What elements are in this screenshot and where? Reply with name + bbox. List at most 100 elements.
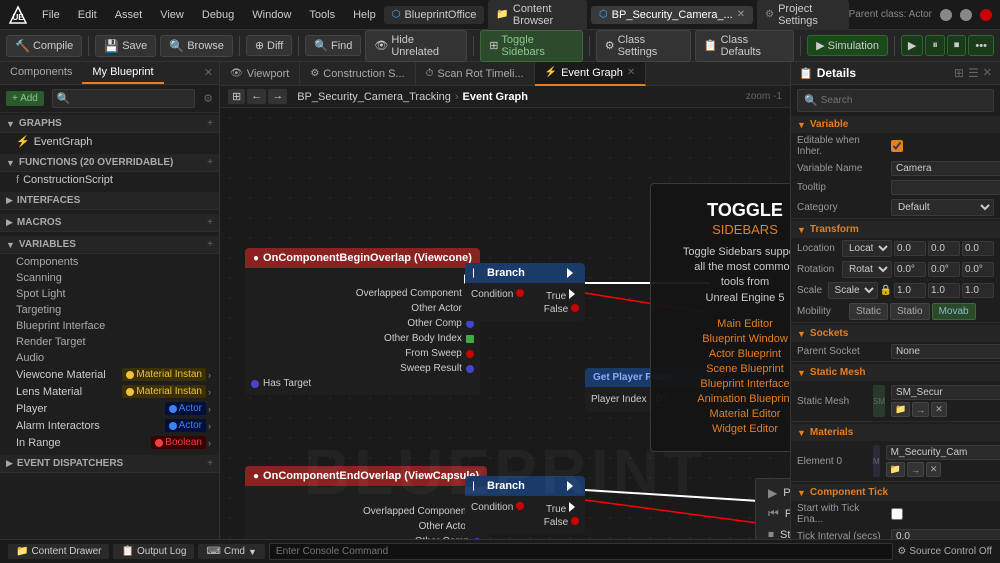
mat-browse-btn[interactable]: 📁 [886,462,905,477]
class-settings-button[interactable]: ⚙ Class Settings [596,30,691,62]
link-blueprint-interface[interactable]: Blueprint Interface [671,378,790,390]
mobility-static-btn[interactable]: Static [849,303,888,320]
var-audio[interactable]: Audio [0,350,219,366]
tab-close-icon[interactable]: ✕ [737,9,745,20]
node-end-overlap[interactable]: ● OnComponentEndOverlap (ViewCapsule) Ov… [245,466,487,539]
submenu-play-from-start[interactable]: ⏮ Play from Start [756,503,790,524]
interfaces-header[interactable]: ▶ INTERFACES [0,192,219,210]
add-button[interactable]: + Add [6,91,44,106]
add-variable-icon[interactable]: + [207,239,213,250]
menu-help[interactable]: Help [345,7,384,23]
graphs-header[interactable]: ▼ GRAPHS + [0,115,219,133]
node-branch-bottom[interactable]: Branch Condition True False [465,476,585,534]
event-graph-item[interactable]: ⚡ EventGraph [0,133,219,150]
tab-viewport[interactable]: 👁 Viewport [220,62,300,86]
output-log-button[interactable]: 📋 Output Log [113,544,194,559]
var-targeting[interactable]: Targeting [0,302,219,318]
tab-content-browser[interactable]: 📁 Content Browser [488,0,587,30]
construction-script-item[interactable]: f ConstructionScript [0,172,219,188]
var-lens-material[interactable]: Lens Material Material Instan › [0,383,219,400]
play-button[interactable]: ▶ [901,35,923,56]
start-tick-checkbox[interactable] [891,508,903,520]
lock-icon[interactable]: 🔒 [880,285,892,296]
tick-interval-input[interactable] [891,529,1000,539]
mesh-arrow-btn[interactable]: → [912,402,929,417]
more-button[interactable]: ••• [968,35,994,56]
details-list-icon[interactable]: ☰ [968,66,979,80]
variable-name-input[interactable] [891,161,1000,176]
rotation-x-input[interactable] [894,262,926,277]
class-defaults-button[interactable]: 📋 Class Defaults [695,30,794,62]
var-player[interactable]: Player Actor › [0,400,219,417]
materials-section-header[interactable]: ▼ Materials [791,424,1000,441]
stop-button[interactable]: ⏹ [947,35,967,56]
search-input[interactable] [74,93,191,104]
save-button[interactable]: 💾 Save [95,35,156,57]
transform-section-header[interactable]: ▼ Transform [791,221,1000,238]
mobility-movable-btn[interactable]: Movab [932,303,976,320]
tab-blueprint-office[interactable]: ⬡ BlueprintOffice [384,6,485,24]
tab-components[interactable]: Components [0,62,82,84]
close-button[interactable] [980,9,992,21]
functions-header[interactable]: ▼ FUNCTIONS (20 OVERRIDABLE) + [0,154,219,172]
add-macro-icon[interactable]: + [207,217,213,228]
menu-edit[interactable]: Edit [70,7,105,23]
link-animation-blueprint[interactable]: Animation Blueprint [671,393,790,405]
sockets-section-header[interactable]: ▼ Sockets [791,325,1000,342]
link-main-editor[interactable]: Main Editor [671,318,790,330]
details-close-button[interactable]: ✕ [983,66,992,80]
event-graph-close-icon[interactable]: ✕ [627,67,635,78]
rotation-y-input[interactable] [928,262,960,277]
menu-view[interactable]: View [152,7,192,23]
submenu-stop[interactable]: ⏹ Stop [756,524,790,539]
mesh-clear-btn[interactable]: ✕ [931,402,947,417]
left-panel-close[interactable]: ✕ [198,62,219,84]
var-components[interactable]: Components [0,254,219,270]
nav-back-btn[interactable]: ← [247,89,266,104]
add-dispatcher-icon[interactable]: + [207,458,213,469]
editable-checkbox[interactable] [891,140,903,152]
nav-grid-btn[interactable]: ⊞ [228,89,245,104]
compile-button[interactable]: 🔨 Compile [6,35,82,57]
graph-canvas[interactable]: ● OnComponentBeginOverlap (Viewcone) Ove… [220,108,790,539]
event-dispatchers-header[interactable]: ▶ EVENT DISPATCHERS + [0,455,219,473]
link-widget-editor[interactable]: Widget Editor [671,423,790,435]
component-tick-header[interactable]: ▼ Component Tick [791,484,1000,501]
menu-tools[interactable]: Tools [301,7,343,23]
add-graph-icon[interactable]: + [207,118,213,129]
var-spot-light[interactable]: Spot Light [0,286,219,302]
variables-header[interactable]: ▼ VARIABLES + [0,236,219,254]
find-button[interactable]: 🔍 Find [305,35,361,56]
add-function-icon[interactable]: + [207,157,213,168]
tab-my-blueprint[interactable]: My Blueprint [82,62,163,84]
console-input[interactable] [269,543,893,560]
pause-button[interactable]: ⏸ [925,35,945,56]
location-z-input[interactable] [962,241,994,256]
variable-section-header[interactable]: ▼ Variable [791,116,1000,133]
scale-z-input[interactable] [962,283,994,298]
mat-clear-btn[interactable]: ✕ [926,462,942,477]
menu-file[interactable]: File [34,7,68,23]
simulation-button[interactable]: ▶ Simulation [807,35,888,56]
element0-input[interactable] [886,445,1000,460]
details-grid-icon[interactable]: ⊞ [954,66,964,80]
var-alarm-interactors[interactable]: Alarm Interactors Actor › [0,417,219,434]
scale-y-input[interactable] [928,283,960,298]
submenu-play[interactable]: ▶ Play [756,483,790,503]
diff-button[interactable]: ⊕ Diff [246,35,293,56]
category-select[interactable]: Default [891,199,994,216]
link-material-editor[interactable]: Material Editor [671,408,790,420]
content-drawer-button[interactable]: 📁 Content Drawer [8,544,109,559]
scale-transform-select[interactable]: Scale [828,282,878,299]
tooltip-input[interactable] [891,180,1000,195]
details-search-input[interactable] [821,95,987,106]
cmd-button[interactable]: ⌨ Cmd ▼ [198,544,264,559]
rotation-z-input[interactable] [962,262,994,277]
scale-x-input[interactable] [894,283,926,298]
menu-window[interactable]: Window [244,7,299,23]
node-begin-overlap[interactable]: ● OnComponentBeginOverlap (Viewcone) Ove… [245,248,480,395]
toggle-sidebars-button[interactable]: ⊞ Toggle Sidebars [480,30,583,62]
settings-icon[interactable]: ⚙ [203,92,213,105]
node-branch-top[interactable]: Branch Condition True False [465,263,585,321]
parent-socket-input[interactable] [891,344,1000,359]
